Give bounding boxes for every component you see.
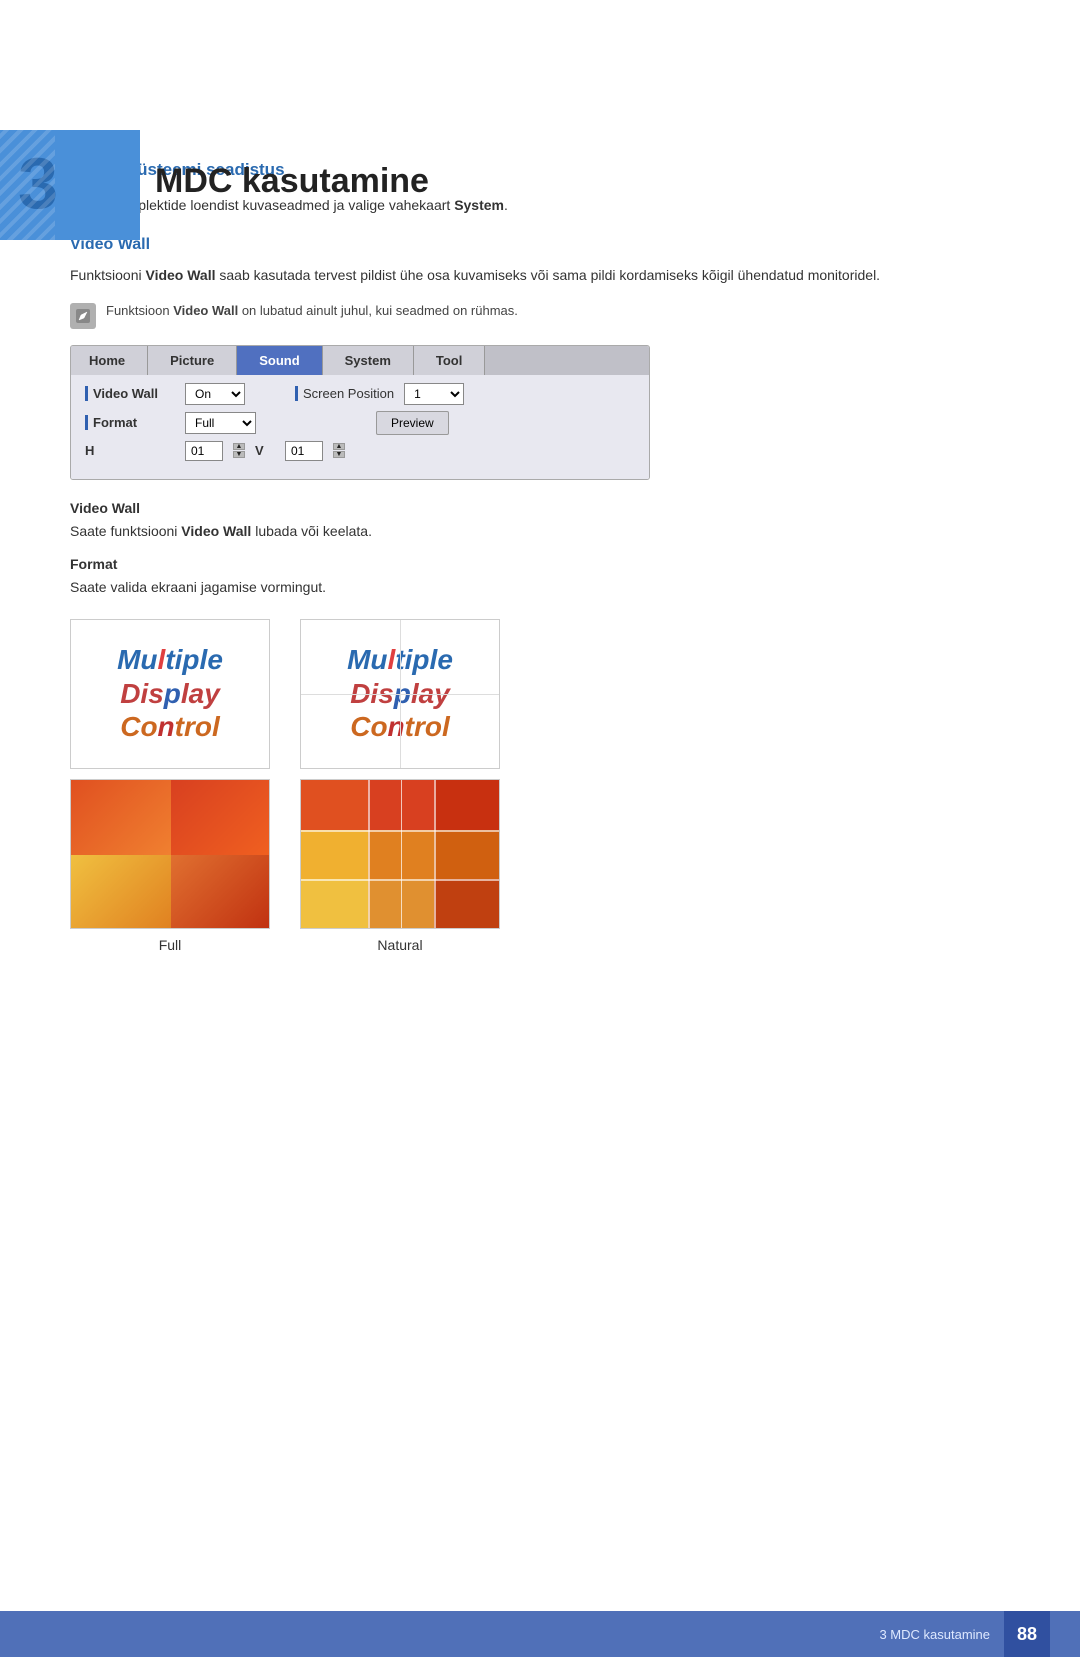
format-group-full-photo: Full — [70, 779, 270, 953]
photo-natural-image — [301, 780, 500, 929]
panel-body: Video Wall On Off Screen Position 1 2 Fo… — [71, 375, 649, 479]
video-wall-heading: Video Wall — [70, 236, 1010, 254]
label-video-wall: Video Wall — [70, 500, 1010, 516]
format-images: Multiple Display Control Multiple Displa… — [70, 619, 1010, 769]
format-group-full-logo: Multiple Display Control — [70, 619, 270, 769]
spinner-h[interactable]: ▲ ▼ — [233, 443, 245, 458]
format-group-natural-photo: Natural — [300, 779, 500, 953]
nav-tabs: Home Picture Sound System Tool — [71, 346, 649, 375]
format-photo-images: Full — [70, 779, 1010, 953]
mdc-logo-text: Multiple Display Control — [117, 643, 223, 744]
panel-label-format: Format — [85, 415, 175, 430]
footer-page: 88 — [1004, 1611, 1050, 1657]
caption-full: Full — [159, 937, 182, 953]
spinner-v[interactable]: ▲ ▼ — [333, 443, 345, 458]
panel-select-on[interactable]: On Off — [185, 383, 245, 405]
panel-input-h[interactable] — [185, 441, 223, 461]
pencil-icon — [74, 307, 92, 325]
text-format: Saate valida ekraani jagamise vormingut. — [70, 576, 1010, 598]
panel-row-hv: H ▲ ▼ V ▲ ▼ — [85, 441, 635, 461]
note-box: Funktsioon Video Wall on lubatud ainult … — [70, 301, 1010, 329]
main-content: 3.3.11 Süsteemi seadistus Valige komplek… — [0, 130, 1080, 1043]
panel-select-position[interactable]: 1 2 — [404, 383, 464, 405]
footer-text: 3 MDC kasutamine — [879, 1627, 990, 1642]
tab-picture[interactable]: Picture — [148, 346, 237, 375]
photo-natural — [300, 779, 500, 929]
tab-home[interactable]: Home — [71, 346, 148, 375]
tab-system[interactable]: System — [323, 346, 414, 375]
note-icon — [70, 303, 96, 329]
mdc-logo-natural: Multiple Display Control — [300, 619, 500, 769]
preview-button[interactable]: Preview — [376, 411, 449, 435]
text-video-wall: Saate funktsiooni Video Wall lubada või … — [70, 520, 1010, 542]
photo-full-image — [71, 780, 270, 929]
panel-select-full[interactable]: Full Natural — [185, 412, 256, 434]
panel-label-videowall: Video Wall — [85, 386, 175, 401]
footer: 3 MDC kasutamine 88 — [0, 1611, 1080, 1657]
tab-sound[interactable]: Sound — [237, 346, 322, 375]
caption-natural: Natural — [377, 937, 422, 953]
natural-grid — [301, 780, 500, 929]
photo-full — [70, 779, 270, 929]
chapter-title: MDC kasutamine — [155, 162, 429, 201]
mdc-logo-full: Multiple Display Control — [70, 619, 270, 769]
panel-label-v: V — [255, 443, 275, 458]
panel-row-format: Format Full Natural Preview — [85, 411, 635, 435]
panel-row-videowall: Video Wall On Off Screen Position 1 2 — [85, 383, 635, 405]
panel-input-v[interactable] — [285, 441, 323, 461]
tab-tool[interactable]: Tool — [414, 346, 485, 375]
note-text: Funktsioon Video Wall on lubatud ainult … — [106, 301, 518, 321]
label-format: Format — [70, 556, 1010, 572]
screen-position-label: Screen Position — [295, 386, 394, 401]
header-decoration — [0, 130, 55, 240]
format-group-natural-logo: Multiple Display Control — [300, 619, 500, 769]
ui-panel: Home Picture Sound System Tool Video Wal… — [70, 345, 650, 480]
video-wall-description: Funktsiooni Video Wall saab kasutada ter… — [70, 264, 1010, 286]
panel-label-h: H — [85, 443, 175, 458]
